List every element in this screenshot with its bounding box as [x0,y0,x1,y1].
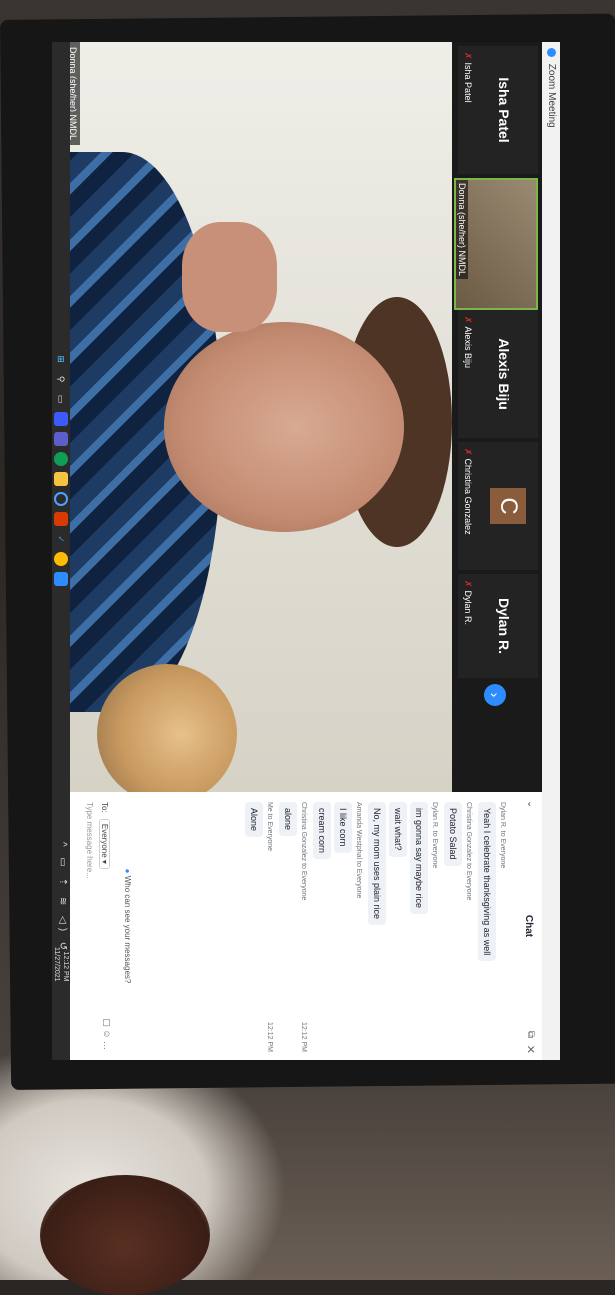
chat-message: No, my mom uses plain rice [368,802,386,926]
chat-message: Potato Salad [444,802,462,866]
mic-muted-icon: ✗ [463,448,473,456]
mic-muted-icon: ✗ [463,52,473,60]
participant-name: Alexis Biju [496,338,512,410]
participant-label: Dylan R. [463,590,473,626]
avatar: C [490,488,526,524]
chat-sender: Dylan R. to Everyone [431,802,438,869]
chat-message: Yeah I celebrate thanksgiving as well [478,802,496,962]
chat-message: wait what? [389,802,407,857]
chevron-right-icon[interactable]: › [484,684,506,706]
video-child [97,664,237,792]
chat-message: I like corn [334,802,352,853]
windows-taskbar: ⊞ ⚲ ▭ ✓ ^ ▭ ⇡ ≋ ◁) ↺ 12:12 PM 11/27/2021 [52,42,70,1060]
participant-tile[interactable]: Dylan R. ✗ Dylan R. [458,574,538,678]
recipient-select[interactable]: Everyone ▾ [99,818,110,869]
file-icon[interactable]: ▢ [102,1018,112,1027]
chat-sender: Me to Everyone 12:12 PM [266,802,273,1052]
popout-icon[interactable]: ⧉ [525,1031,536,1038]
search-icon[interactable]: ⚲ [54,372,68,386]
people-icon: ● [123,868,132,874]
taskbar-clock[interactable]: 12:12 PM 11/27/2021 [52,947,70,982]
chat-message: alone [279,802,297,837]
chat-sender: Amanda Westphal to Everyone [355,802,362,899]
edge-icon[interactable] [54,452,68,466]
participant-label: Alexis Biju [463,326,473,369]
chat-message: Alone [245,802,263,838]
participant-label: Donna (she/her) NMDL [456,180,468,280]
chat-sender: Christina Gonzalez to Everyone [465,802,472,901]
chat-sender: Dylan R. to Everyone [499,802,506,869]
task-view-icon[interactable]: ▭ [54,392,68,406]
chat-tools: ▢ ☺ … [101,1018,112,1050]
close-icon[interactable]: ✕ [524,1045,537,1054]
video-person-hand [182,222,277,332]
to-label: To: [100,802,109,813]
chat-message-input[interactable]: Type message here... [85,802,94,962]
participant-strip: Isha Patel ✗ Isha Patel Donna (she/her) N… [452,42,542,792]
zoom-icon[interactable] [54,572,68,586]
cortana-icon[interactable] [54,492,68,506]
title-bar: Zoom Meeting [542,42,560,1060]
vscode-icon[interactable]: ✓ [54,532,68,546]
participant-tile[interactable]: Isha Patel ✗ Isha Patel [458,46,538,174]
emoji-icon[interactable]: ☺ [102,1029,112,1038]
widgets-icon[interactable] [54,412,68,426]
mic-muted-icon: ✗ [463,580,473,588]
participant-tile[interactable]: C ✗ Christina Gonzalez [458,442,538,570]
zoom-logo-icon [547,48,557,57]
mic-muted-icon: ✗ [463,316,473,324]
office-icon[interactable] [54,512,68,526]
participant-tile[interactable]: Alexis Biju ✗ Alexis Biju [458,310,538,438]
chrome-icon[interactable] [54,552,68,566]
chat-sender: Christina Gonzalez to Everyone 12:12 PM [300,802,307,1052]
plush-toy [40,1175,210,1295]
participant-label: Christina Gonzalez [463,458,473,535]
recipient-row: To: Everyone ▾ [99,802,110,869]
participant-name: Dylan R. [496,597,512,654]
system-tray[interactable]: ^ ▭ ⇡ ≋ ◁) ↺ [57,842,68,954]
chat-panel: ⌄ Chat ⧉ ✕ Dylan R. to Everyone Yeah I c… [70,792,542,1060]
more-icon[interactable]: … [102,1041,112,1050]
chat-message-list: Dylan R. to Everyone Yeah I celebrate th… [245,802,512,1052]
participant-name: Isha Patel [496,77,512,143]
zoom-window: Zoom Meeting Isha Patel ✗ Isha Patel Donn… [52,42,560,1060]
chat-message: im gonna say maybe rice [410,802,428,915]
active-speaker-video: Donna (she/her) NMDL [66,42,452,792]
video-person-face [164,322,404,532]
clock-date: 11/27/2021 [53,947,60,982]
chat-message: cream corn [313,802,331,860]
chat-timestamp: 12:12 PM [300,1022,307,1052]
windows-start-icon[interactable]: ⊞ [54,352,68,366]
clock-time: 12:12 PM [62,951,69,982]
who-can-see-link[interactable]: ● Who can see your messages? [123,792,132,1060]
window-title: Zoom Meeting [546,63,557,128]
chat-title: Chat [523,914,534,938]
file-explorer-icon[interactable] [54,472,68,486]
participant-label: Isha Patel [463,62,473,103]
participant-tile-donna[interactable]: Donna (she/her) NMDL [454,178,538,310]
teams-chat-icon[interactable] [54,432,68,446]
chat-timestamp: 12:12 PM [266,1022,273,1052]
